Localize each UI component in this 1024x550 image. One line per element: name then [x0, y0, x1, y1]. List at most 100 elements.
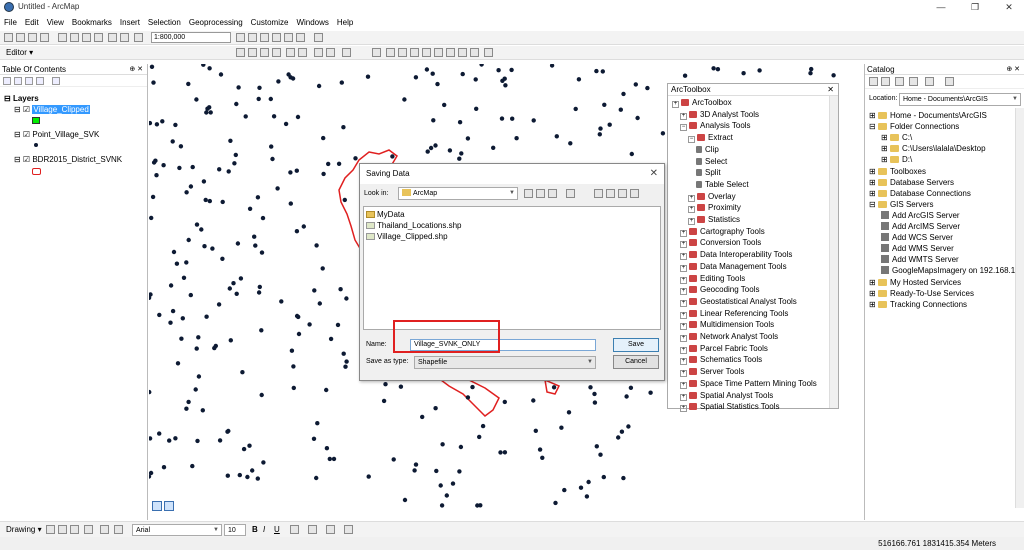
toolbox-item[interactable]: + Parcel Fabric Tools	[680, 344, 768, 354]
arctoolbox-scrollbar[interactable]	[829, 96, 838, 408]
catalog-item[interactable]: ⊞ Home - Documents\ArcGIS	[869, 111, 987, 120]
toolbox-item[interactable]: + ArcToolbox	[672, 98, 732, 108]
expand-icon[interactable]: +	[680, 241, 687, 249]
file-item-mydata[interactable]: MyData	[366, 210, 405, 219]
toolbox-item[interactable]: + Space Time Pattern Mining Tools	[680, 379, 817, 389]
file-item-thailand[interactable]: Thailand_Locations.shp	[366, 221, 462, 230]
zoom-out-icon[interactable]	[248, 48, 257, 57]
toolbox-item[interactable]: − Extract	[688, 133, 733, 144]
toolbox-item[interactable]: + Overlay	[688, 192, 736, 202]
toolbox-item[interactable]: Clip	[696, 145, 719, 154]
expand-icon[interactable]: ⊞	[881, 155, 890, 164]
file-list[interactable]: MyData Thailand_Locations.shp Village_Cl…	[363, 206, 661, 330]
toolbox-item[interactable]: + Linear Referencing Tools	[680, 309, 788, 319]
add-data-icon[interactable]	[134, 33, 143, 42]
refresh-list-icon[interactable]	[630, 189, 639, 198]
select-features-icon[interactable]	[342, 48, 351, 57]
editor-menu[interactable]: Editor ▾	[6, 48, 33, 57]
toolbox-item[interactable]: + Geocoding Tools	[680, 285, 759, 296]
select-elements-icon[interactable]	[46, 525, 55, 534]
catalog-item[interactable]: ⊞ Tracking Connections	[869, 300, 967, 309]
catalog-scrollbar[interactable]	[1015, 108, 1024, 508]
layer-village-clipped-label[interactable]: Village_Clipped	[32, 105, 90, 114]
toolbox-item[interactable]: + Network Analyst Tools	[680, 332, 778, 342]
menu-insert[interactable]: Insert	[116, 16, 144, 29]
file-item-village-clipped[interactable]: Village_Clipped.shp	[366, 232, 448, 241]
layer-point-village[interactable]: ⊟ ☑ Point_Village_SVK	[14, 130, 99, 139]
print-icon[interactable]	[40, 33, 49, 42]
copy-icon[interactable]	[70, 33, 79, 42]
expand-icon[interactable]: +	[680, 358, 687, 366]
expand-icon[interactable]: −	[688, 136, 695, 144]
catalog-pin-close[interactable]: ⊕ ✕	[1006, 64, 1020, 75]
catalog-item[interactable]: ⊞ Database Connections	[869, 189, 971, 198]
data-view-button[interactable]	[164, 501, 174, 511]
rectangle-icon[interactable]	[84, 525, 93, 534]
viewer-icon[interactable]	[484, 48, 493, 57]
font-size-combo[interactable]: 10	[224, 524, 246, 536]
toolbox-item[interactable]: + Schematics Tools	[680, 355, 762, 366]
zoom-whole-page-icon[interactable]	[70, 525, 79, 534]
expand-icon[interactable]: ⊟	[869, 200, 878, 209]
expand-icon[interactable]: +	[680, 346, 687, 354]
search-icon[interactable]	[272, 33, 281, 42]
find-route-icon[interactable]	[446, 48, 455, 57]
toolbox-item[interactable]: + Spatial Analyst Tools	[680, 391, 773, 401]
expand-icon[interactable]: +	[680, 405, 687, 413]
line-color-icon[interactable]	[326, 525, 335, 534]
toolbox-item[interactable]: Select	[696, 157, 727, 166]
toolbox-item[interactable]: + Proximity	[688, 203, 741, 214]
layout-view-button[interactable]	[152, 501, 162, 511]
html-popup-icon[interactable]	[410, 48, 419, 57]
underline-button[interactable]: U	[274, 525, 280, 534]
rotate-icon[interactable]	[58, 525, 67, 534]
find-icon[interactable]	[434, 48, 443, 57]
arctoolbox-icon[interactable]	[284, 33, 293, 42]
save-button[interactable]: Save	[613, 338, 659, 352]
expand-icon[interactable]: ⊟	[869, 122, 878, 131]
expand-icon[interactable]: ⊞	[881, 144, 890, 153]
new-folder-icon[interactable]	[594, 189, 603, 198]
expand-icon[interactable]: +	[688, 194, 695, 202]
connect-to-folder-icon[interactable]	[548, 189, 557, 198]
toolbox-item[interactable]: + Multidimension Tools	[680, 320, 774, 331]
menu-customize[interactable]: Customize	[247, 16, 293, 29]
catalog-item[interactable]: ⊞ Toolboxes	[869, 167, 926, 176]
catalog-item[interactable]: ⊞ Database Servers	[869, 178, 954, 187]
expand-icon[interactable]: +	[680, 229, 687, 237]
catalog-item[interactable]: Add WCS Server	[881, 233, 953, 242]
editor-toolbar-icon[interactable]	[236, 33, 245, 42]
catalog-item[interactable]: ⊟ GIS Servers	[869, 200, 934, 209]
list-by-visibility-icon[interactable]	[25, 77, 33, 85]
measure-icon[interactable]	[422, 48, 431, 57]
catalog-item[interactable]: Add WMTS Server	[881, 255, 959, 264]
district-symbol[interactable]	[32, 168, 41, 175]
italic-button[interactable]: I	[263, 525, 265, 534]
point-symbol[interactable]	[34, 143, 38, 147]
toolbox-item[interactable]: − Analysis Tools	[680, 121, 751, 132]
restore-button[interactable]: ❐	[960, 0, 990, 14]
back-icon[interactable]	[314, 48, 323, 57]
save-as-type-combo[interactable]: Shapefile ▼	[414, 356, 596, 369]
pan-icon[interactable]	[260, 48, 269, 57]
expand-icon[interactable]: +	[680, 335, 687, 342]
expand-icon[interactable]: +	[680, 264, 687, 272]
expand-icon[interactable]: +	[680, 393, 687, 401]
catalog-item[interactable]: Add ArcGIS Server	[881, 210, 960, 220]
options-icon[interactable]	[52, 77, 60, 85]
views-icon[interactable]	[925, 77, 934, 86]
fixed-zoom-in-icon[interactable]	[286, 48, 295, 57]
expand-icon[interactable]: ⊞	[869, 167, 878, 176]
up-one-level-icon[interactable]	[524, 189, 533, 198]
forward-arrow-icon[interactable]	[881, 77, 890, 86]
expand-icon[interactable]: +	[680, 276, 687, 284]
toolbox-item[interactable]: + Cartography Tools	[680, 227, 765, 237]
expand-icon[interactable]: ⊞	[869, 289, 878, 298]
layers-group[interactable]: ⊟ Layers	[4, 94, 39, 103]
goto-xy-icon[interactable]	[458, 48, 467, 57]
toolbox-item[interactable]: + Server Tools	[680, 367, 744, 378]
expand-icon[interactable]: +	[680, 112, 687, 120]
menu-edit[interactable]: Edit	[21, 16, 43, 29]
menu-windows[interactable]: Windows	[292, 16, 332, 29]
expand-icon[interactable]: +	[680, 288, 687, 296]
